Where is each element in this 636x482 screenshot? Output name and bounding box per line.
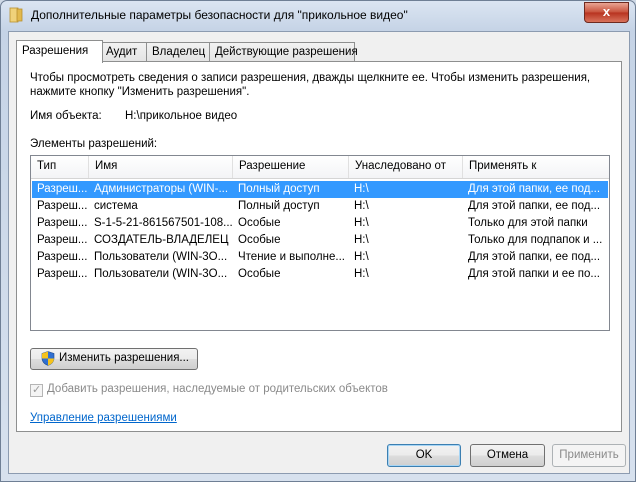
tab-label: Владелец	[152, 46, 206, 58]
cell-permission: Особые	[238, 268, 281, 280]
cell-apply-to: Для этой папки, ее под...	[468, 251, 601, 263]
cell-inherited-from: H:\	[354, 251, 369, 263]
tab-audit[interactable]: Аудит	[100, 42, 148, 62]
column-header-name[interactable]: Имя	[89, 156, 233, 178]
cancel-button[interactable]: Отмена	[470, 444, 545, 467]
cell-apply-to: Только для этой папки	[468, 217, 588, 229]
object-name-label: Имя объекта:	[30, 110, 102, 122]
close-button[interactable]: x	[584, 2, 629, 23]
cell-name: система	[94, 200, 138, 212]
window-title: Дополнительные параметры безопасности дл…	[31, 8, 408, 22]
cell-name: Администраторы (WIN-...	[94, 183, 229, 195]
cell-apply-to: Для этой папки и ее по...	[468, 268, 601, 280]
cell-type: Разреш...	[37, 234, 88, 246]
cell-permission: Особые	[238, 217, 281, 229]
change-permissions-button[interactable]: Изменить разрешения...	[30, 348, 198, 370]
permission-entries-label: Элементы разрешений:	[30, 138, 158, 150]
instructions-text: Чтобы просмотреть сведения о записи разр…	[30, 72, 591, 98]
cell-inherited-from: H:\	[354, 183, 369, 195]
cell-permission: Особые	[238, 234, 281, 246]
cell-type: Разреш...	[37, 217, 88, 229]
table-row[interactable]: Разреш... S-1-5-21-861567501-108... Особ…	[32, 215, 608, 232]
cell-inherited-from: H:\	[354, 268, 369, 280]
column-header-type[interactable]: Тип	[31, 156, 89, 178]
inherit-permissions-checkbox[interactable]: ✓	[30, 384, 43, 397]
cell-type: Разреш...	[37, 251, 88, 263]
close-icon: x	[602, 4, 611, 19]
object-name-value: H:\прикольное видео	[125, 110, 238, 122]
cell-type: Разреш...	[37, 200, 88, 212]
cell-permission: Полный доступ	[238, 200, 320, 212]
tab-owner[interactable]: Владелец	[146, 42, 212, 62]
change-permissions-label: Изменить разрешения...	[59, 352, 190, 364]
uac-shield-icon	[41, 351, 55, 366]
table-row[interactable]: Разреш... Пользователи (WIN-3O... Чтение…	[32, 249, 608, 266]
tab-permissions[interactable]: Разрешения	[16, 40, 103, 63]
tab-effective-permissions[interactable]: Действующие разрешения	[209, 42, 358, 62]
cell-name: S-1-5-21-861567501-108...	[94, 217, 232, 229]
inherit-permissions-label: Добавить разрешения, наследуемые от роди…	[47, 383, 388, 395]
permissions-panel: Чтобы просмотреть сведения о записи разр…	[16, 61, 622, 432]
checkmark-icon: ✓	[32, 384, 42, 396]
cell-apply-to: Только для подпапок и ...	[468, 234, 603, 246]
cell-name: Пользователи (WIN-3O...	[94, 251, 228, 263]
folder-icon	[9, 7, 23, 23]
cell-name: СОЗДАТЕЛЬ-ВЛАДЕЛЕЦ	[94, 234, 229, 246]
cell-inherited-from: H:\	[354, 217, 369, 229]
cell-apply-to: Для этой папки, ее под...	[468, 183, 601, 195]
list-header: Тип Имя Разрешение Унаследовано от Приме…	[31, 156, 609, 179]
column-header-inherited-from[interactable]: Унаследовано от	[349, 156, 463, 178]
apply-button[interactable]: Применить	[552, 444, 626, 467]
ok-button[interactable]: OK	[387, 444, 461, 467]
tab-label: Разрешения	[22, 45, 89, 57]
manage-permissions-link[interactable]: Управление разрешениями	[30, 412, 177, 424]
column-header-apply-to[interactable]: Применять к	[463, 156, 609, 178]
table-row[interactable]: Разреш... Администраторы (WIN-... Полный…	[32, 181, 608, 198]
title-bar[interactable]: Дополнительные параметры безопасности дл…	[1, 1, 635, 29]
dialog-client-area: Разрешения Аудит Владелец Действующие ра…	[8, 31, 630, 474]
tab-label: Аудит	[106, 46, 138, 58]
cell-permission: Чтение и выполне...	[238, 251, 345, 263]
cell-type: Разреш...	[37, 183, 88, 195]
table-row[interactable]: Разреш... Пользователи (WIN-3O... Особые…	[32, 266, 608, 283]
cell-type: Разреш...	[37, 268, 88, 280]
table-row[interactable]: Разреш... СОЗДАТЕЛЬ-ВЛАДЕЛЕЦ Особые H:\ …	[32, 232, 608, 249]
dialog-window: Дополнительные параметры безопасности дл…	[0, 0, 636, 482]
permission-entries-list[interactable]: Тип Имя Разрешение Унаследовано от Приме…	[30, 155, 610, 331]
cell-inherited-from: H:\	[354, 234, 369, 246]
tab-label: Действующие разрешения	[215, 46, 358, 58]
cell-apply-to: Для этой папки, ее под...	[468, 200, 601, 212]
cell-name: Пользователи (WIN-3O...	[94, 268, 228, 280]
column-header-permission[interactable]: Разрешение	[233, 156, 349, 178]
table-row[interactable]: Разреш... система Полный доступ H:\ Для …	[32, 198, 608, 215]
cell-permission: Полный доступ	[238, 183, 320, 195]
cell-inherited-from: H:\	[354, 200, 369, 212]
